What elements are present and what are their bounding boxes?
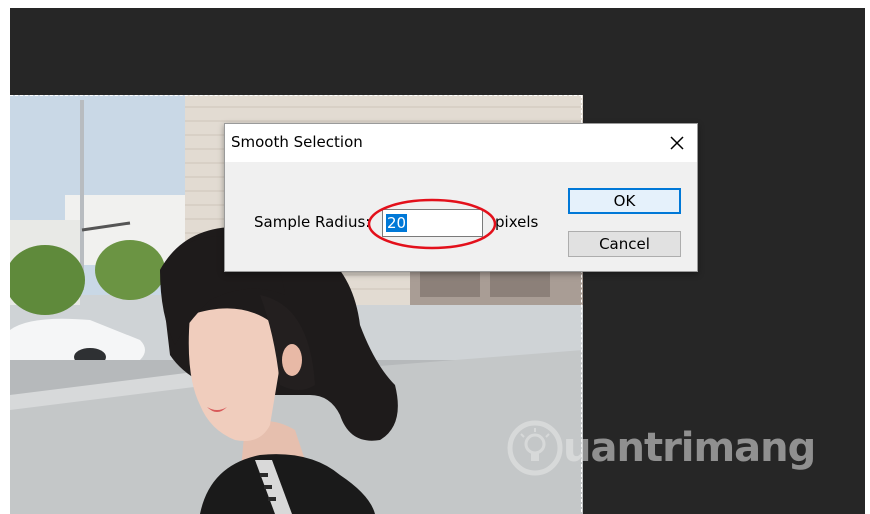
ok-button[interactable]: OK [568,188,681,214]
close-icon [670,136,684,150]
sample-radius-input[interactable]: 20 [382,209,483,237]
watermark: uantrimang [505,420,816,476]
sample-radius-label: Sample Radius: [254,213,371,231]
dialog-titlebar[interactable]: Smooth Selection [225,124,697,162]
watermark-text: uantrimang [563,425,816,471]
smooth-selection-dialog: Smooth Selection Sample Radius: 20 pixel… [224,123,698,272]
lightbulb-icon [507,420,563,476]
unit-label: pixels [495,213,539,231]
cancel-button[interactable]: Cancel [568,231,681,257]
dialog-title: Smooth Selection [231,133,363,151]
close-button[interactable] [657,124,697,162]
sample-radius-value: 20 [386,214,408,232]
